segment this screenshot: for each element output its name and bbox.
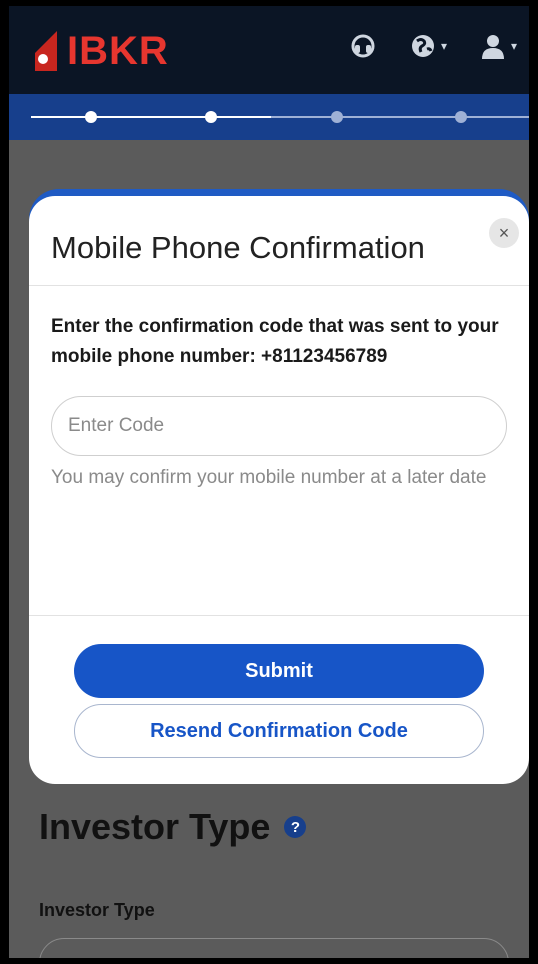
brand-name: IBKR [67, 28, 169, 73]
help-icon[interactable]: ? [284, 816, 307, 838]
close-button[interactable]: × [489, 218, 519, 248]
ibkr-logo-mark-icon [35, 31, 57, 71]
investor-type-select[interactable] [39, 938, 509, 958]
progress-stepper [9, 94, 529, 140]
chevron-down-icon: ▾ [510, 39, 517, 53]
investor-type-label: Investor Type [39, 900, 155, 920]
chevron-down-icon: ▾ [440, 39, 447, 53]
confirm-later-hint: You may confirm your mobile number at a … [51, 467, 487, 488]
support-icon [351, 34, 375, 58]
page-title-text: Investor Type [39, 806, 271, 847]
user-icon [481, 35, 504, 59]
confirmation-code-input[interactable] [51, 396, 507, 456]
support-button[interactable] [349, 32, 377, 60]
progress-step [455, 111, 467, 123]
phone-confirmation-modal: Mobile Phone Confirmation × Enter the co… [29, 196, 529, 784]
confirmation-message: Enter the confirmation code that was sen… [51, 316, 499, 367]
progress-step [331, 111, 343, 123]
modal-body: Enter the confirmation code that was sen… [29, 286, 529, 616]
progress-step [85, 111, 97, 123]
language-button[interactable]: ▾ [409, 32, 447, 60]
modal-footer: Submit Resend Confirmation Code [29, 616, 529, 758]
account-button[interactable]: ▾ [479, 32, 517, 60]
modal-header: Mobile Phone Confirmation × [29, 196, 529, 286]
submit-button[interactable]: Submit [74, 644, 484, 698]
top-navigation-bar: IBKR ▾ ▾ [9, 6, 529, 94]
header-actions: ▾ ▾ [349, 32, 517, 60]
modal-title: Mobile Phone Confirmation [51, 230, 425, 265]
page-title: Investor Type ? [39, 806, 307, 848]
progress-fill [31, 116, 271, 118]
progress-step [205, 111, 217, 123]
resend-code-button[interactable]: Resend Confirmation Code [74, 704, 484, 758]
close-icon: × [498, 222, 510, 243]
app-frame: IBKR ▾ ▾ Investor Type ? Investor Type M… [9, 6, 529, 958]
globe-icon [411, 35, 434, 57]
ibkr-logo[interactable]: IBKR [31, 26, 169, 76]
